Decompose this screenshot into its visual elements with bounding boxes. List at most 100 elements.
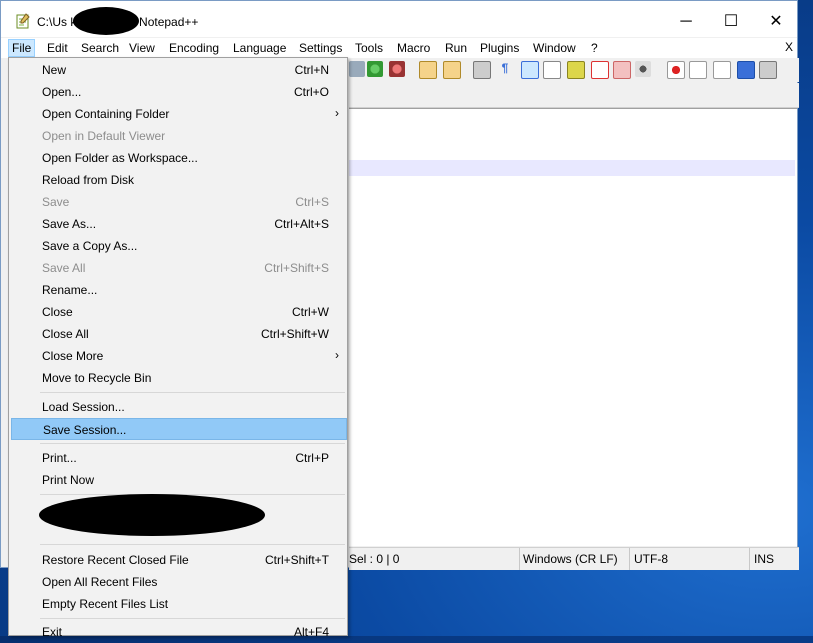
toolbar-partial-icon[interactable]: [349, 61, 365, 77]
menu-label: Open All Recent Files: [42, 575, 158, 589]
menu-label: Close All: [42, 327, 89, 341]
menu-label: Open Folder as Workspace...: [42, 151, 198, 165]
redaction-mark: [73, 7, 139, 35]
menu-label: Close More: [42, 349, 104, 363]
file-menu-save-all[interactable]: Save All Ctrl+Shift+S: [11, 257, 347, 279]
sync-horizontal-icon[interactable]: [443, 61, 461, 79]
sync-vertical-icon[interactable]: [419, 61, 437, 79]
redaction-mark: [39, 494, 265, 536]
play-macro-icon[interactable]: [713, 61, 731, 79]
menu-file[interactable]: File: [7, 39, 36, 57]
file-menu-new[interactable]: New Ctrl+N: [11, 59, 347, 81]
maximize-button[interactable]: ☐: [708, 9, 754, 35]
menu-label: Reload from Disk: [42, 173, 135, 187]
menu-encoding[interactable]: Encoding: [169, 40, 219, 56]
menu-shortcut: Ctrl+Shift+S: [264, 261, 329, 275]
file-menu-print-now[interactable]: Print Now: [11, 469, 347, 491]
menu-label: Empty Recent Files List: [42, 597, 169, 611]
zoom-out-icon[interactable]: [389, 61, 405, 77]
current-line-highlight: [349, 160, 795, 176]
menu-label: New: [42, 63, 67, 77]
status-separator: [519, 548, 520, 570]
menu-separator: [40, 443, 345, 444]
file-menu-open[interactable]: Open... Ctrl+O: [11, 81, 347, 103]
zoom-in-icon[interactable]: [367, 61, 383, 77]
menu-label: Print Now: [42, 473, 95, 487]
save-macro-icon[interactable]: [759, 61, 777, 79]
file-menu-save-session[interactable]: Save Session...: [11, 418, 347, 440]
status-encoding: UTF-8: [634, 552, 668, 566]
user-language-icon[interactable]: [543, 61, 561, 79]
menu-label: Rename...: [42, 283, 98, 297]
menu-edit[interactable]: Edit: [47, 40, 68, 56]
status-eol: Windows (CR LF): [523, 552, 618, 566]
file-menu-recycle-bin[interactable]: Move to Recycle Bin: [11, 367, 347, 389]
menu-shortcut: Ctrl+P: [295, 451, 329, 465]
menu-macro[interactable]: Macro: [397, 40, 430, 56]
close-window-button[interactable]: ✕: [753, 9, 799, 35]
menu-shortcut: Ctrl+Shift+T: [264, 553, 329, 567]
show-all-characters-icon[interactable]: ¶: [497, 61, 513, 77]
menu-label: Print...: [42, 451, 77, 465]
file-menu-empty-recent[interactable]: Empty Recent Files List: [11, 593, 347, 615]
record-macro-icon[interactable]: [667, 61, 685, 79]
menu-label: Restore Recent Closed File: [42, 553, 189, 567]
menu-label: Open...: [42, 85, 82, 99]
file-menu-save[interactable]: Save Ctrl+S: [11, 191, 347, 213]
file-menu-rename[interactable]: Rename...: [11, 279, 347, 301]
menu-label: Load Session...: [42, 400, 125, 414]
stop-macro-icon[interactable]: [689, 61, 707, 79]
menu-shortcut: Alt+F4: [293, 625, 329, 639]
submenu-arrow-icon: ›: [335, 348, 339, 362]
close-document-button[interactable]: X: [785, 40, 793, 54]
menu-separator: [40, 544, 345, 545]
menu-view[interactable]: View: [129, 40, 155, 56]
file-menu-close-all[interactable]: Close All Ctrl+Shift+W: [11, 323, 347, 345]
menu-plugins[interactable]: Plugins: [480, 40, 519, 56]
menu-settings[interactable]: Settings: [299, 40, 342, 56]
notepadpp-app-icon: [16, 13, 30, 29]
file-menu-open-containing-folder[interactable]: Open Containing Folder ›: [11, 103, 347, 125]
status-separator: [749, 548, 750, 570]
menu-shortcut: Ctrl+O: [293, 85, 329, 99]
file-menu-close[interactable]: Close Ctrl+W: [11, 301, 347, 323]
file-menu-save-copy[interactable]: Save a Copy As...: [11, 235, 347, 257]
indent-guide-icon[interactable]: [521, 61, 539, 79]
file-menu-open-folder-workspace[interactable]: Open Folder as Workspace...: [11, 147, 347, 169]
menu-help[interactable]: ?: [591, 40, 598, 56]
minimize-button[interactable]: ─: [663, 9, 709, 35]
document-map-icon[interactable]: [567, 61, 585, 79]
toolbar: ¶: [349, 58, 799, 82]
status-selection: Sel : 0 | 0: [349, 552, 400, 566]
file-menu-reload[interactable]: Reload from Disk: [11, 169, 347, 191]
monitoring-eye-icon[interactable]: [635, 61, 651, 77]
menu-tools[interactable]: Tools: [355, 40, 383, 56]
submenu-arrow-icon: ›: [335, 106, 339, 120]
title-bar[interactable]: C:\Us ktop\new 1 - Notepad++ ─ ☐ ✕: [1, 1, 797, 37]
file-menu-print[interactable]: Print... Ctrl+P: [11, 447, 347, 469]
file-menu-close-more[interactable]: Close More ›: [11, 345, 347, 367]
file-menu-restore-recent[interactable]: Restore Recent Closed File Ctrl+Shift+T: [11, 549, 347, 571]
file-menu-open-all-recent[interactable]: Open All Recent Files: [11, 571, 347, 593]
menu-label: Exit: [42, 625, 63, 639]
text-editor[interactable]: [349, 108, 797, 546]
menu-language[interactable]: Language: [233, 40, 286, 56]
menu-label: Save As...: [42, 217, 97, 231]
menu-window[interactable]: Window: [533, 40, 576, 56]
status-insert-mode: INS: [754, 552, 775, 566]
status-bar: Sel : 0 | 0 Windows (CR LF) UTF-8 INS: [349, 547, 799, 570]
file-menu-open-default-viewer[interactable]: Open in Default Viewer: [11, 125, 347, 147]
word-wrap-icon[interactable]: [473, 61, 491, 79]
menu-run[interactable]: Run: [445, 40, 467, 56]
run-macro-multiple-icon[interactable]: [737, 61, 755, 79]
menu-search[interactable]: Search: [81, 40, 119, 56]
file-menu-exit[interactable]: Exit Alt+F4: [11, 621, 347, 643]
menu-label: Open Containing Folder: [42, 107, 170, 121]
file-menu-load-session[interactable]: Load Session...: [11, 396, 347, 418]
status-separator: [629, 548, 630, 570]
tab-strip: [349, 83, 799, 108]
menu-shortcut: Ctrl+S: [295, 195, 329, 209]
function-list-icon[interactable]: [591, 61, 609, 79]
folder-workspace-icon[interactable]: [613, 61, 631, 79]
file-menu-save-as[interactable]: Save As... Ctrl+Alt+S: [11, 213, 347, 235]
